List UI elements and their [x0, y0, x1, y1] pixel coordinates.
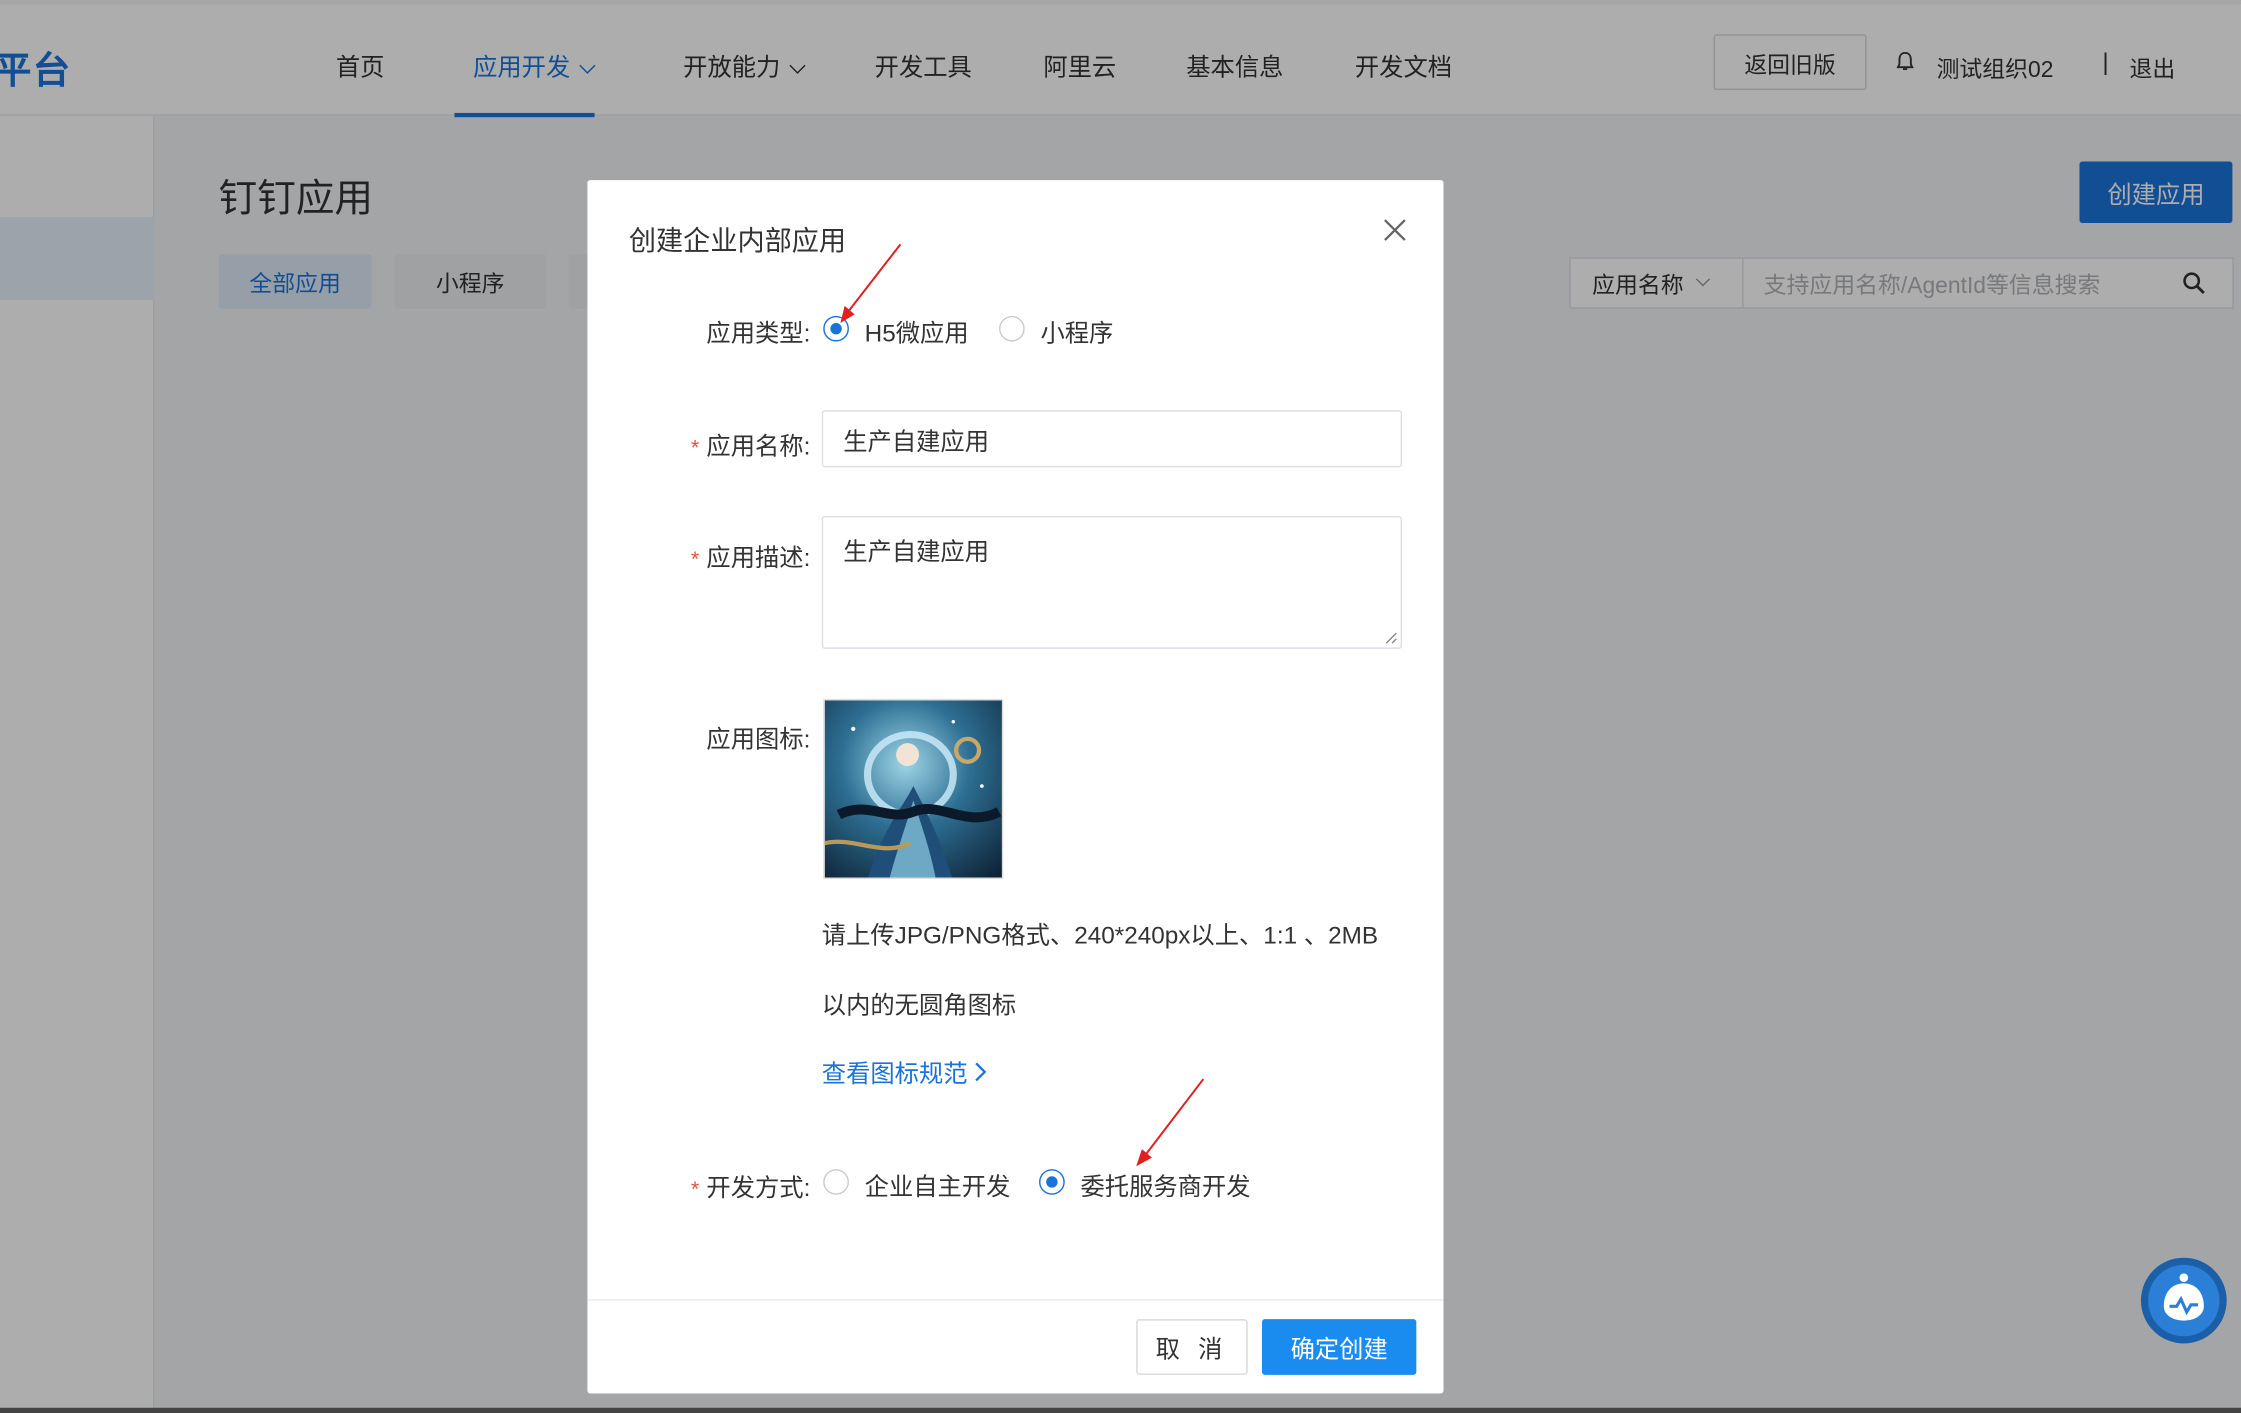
confirm-create-button[interactable]: 确定创建 [1261, 1319, 1417, 1375]
app-desc-label-text: 应用描述: [706, 544, 811, 572]
app-type-label: 应用类型: [706, 320, 811, 348]
icon-hint-line1: 请上传JPG/PNG格式、240*240px以上、1:1 、2MB [821, 921, 1379, 949]
icon-spec-link-label: 查看图标规范 [821, 1060, 968, 1088]
radio-self-develop-label[interactable]: 企业自主开发 [865, 1166, 1011, 1202]
radio-mini-program-label[interactable]: 小程序 [1040, 313, 1113, 349]
assistant-float-button[interactable] [2140, 1257, 2227, 1344]
icon-spec-link[interactable]: 查看图标规范 [822, 1053, 988, 1089]
resize-handle-icon[interactable] [1383, 630, 1397, 644]
app-name-input[interactable]: 生产自建应用 [821, 410, 1403, 468]
dev-mode-label: * 开发方式: [625, 1168, 811, 1204]
chevron-right-icon [975, 1062, 987, 1082]
dialog-footer-divider [587, 1299, 1444, 1301]
radio-provider-develop-label[interactable]: 委托服务商开发 [1080, 1166, 1250, 1202]
app-icon-label: 应用图标: [706, 726, 811, 754]
create-app-dialog: 创建企业内部应用 应用类型: H5微应用 小程序 * 应用名称: 生产自建应用 *… [587, 180, 1444, 1394]
icon-hint-line2: 以内的无圆角图标 [821, 991, 1017, 1020]
cancel-button[interactable]: 取 消 [1136, 1319, 1248, 1375]
app-name-label-text: 应用名称: [706, 433, 811, 461]
dev-mode-label-text: 开发方式: [706, 1174, 811, 1202]
required-mark: * [690, 1177, 700, 1202]
radio-provider-develop[interactable] [1039, 1169, 1065, 1195]
app-desc-label: * 应用描述: [625, 537, 811, 573]
app-name-label: * 应用名称: [625, 426, 811, 462]
radio-self-develop[interactable] [823, 1169, 849, 1195]
radio-mini-program[interactable] [999, 315, 1025, 342]
app-icon-image[interactable] [823, 698, 1004, 879]
page-root: 平台 首页 应用开发 开放能力 开发工具 阿里云 基本信息 开发文档 返回旧版 … [0, 0, 2241, 1413]
app-desc-textarea[interactable]: 生产自建应用 [821, 515, 1403, 649]
taskbar-edge [0, 1407, 2241, 1413]
radio-h5[interactable] [823, 315, 849, 342]
radio-h5-label[interactable]: H5微应用 [865, 313, 969, 349]
app-icon-artwork [824, 700, 1002, 878]
required-mark: * [690, 547, 700, 572]
app-desc-value: 生产自建应用 [843, 538, 990, 566]
close-icon[interactable] [1382, 217, 1408, 243]
assistant-icon [2148, 1264, 2220, 1337]
dialog-title: 创建企业内部应用 [628, 227, 847, 258]
required-mark: * [690, 435, 700, 461]
